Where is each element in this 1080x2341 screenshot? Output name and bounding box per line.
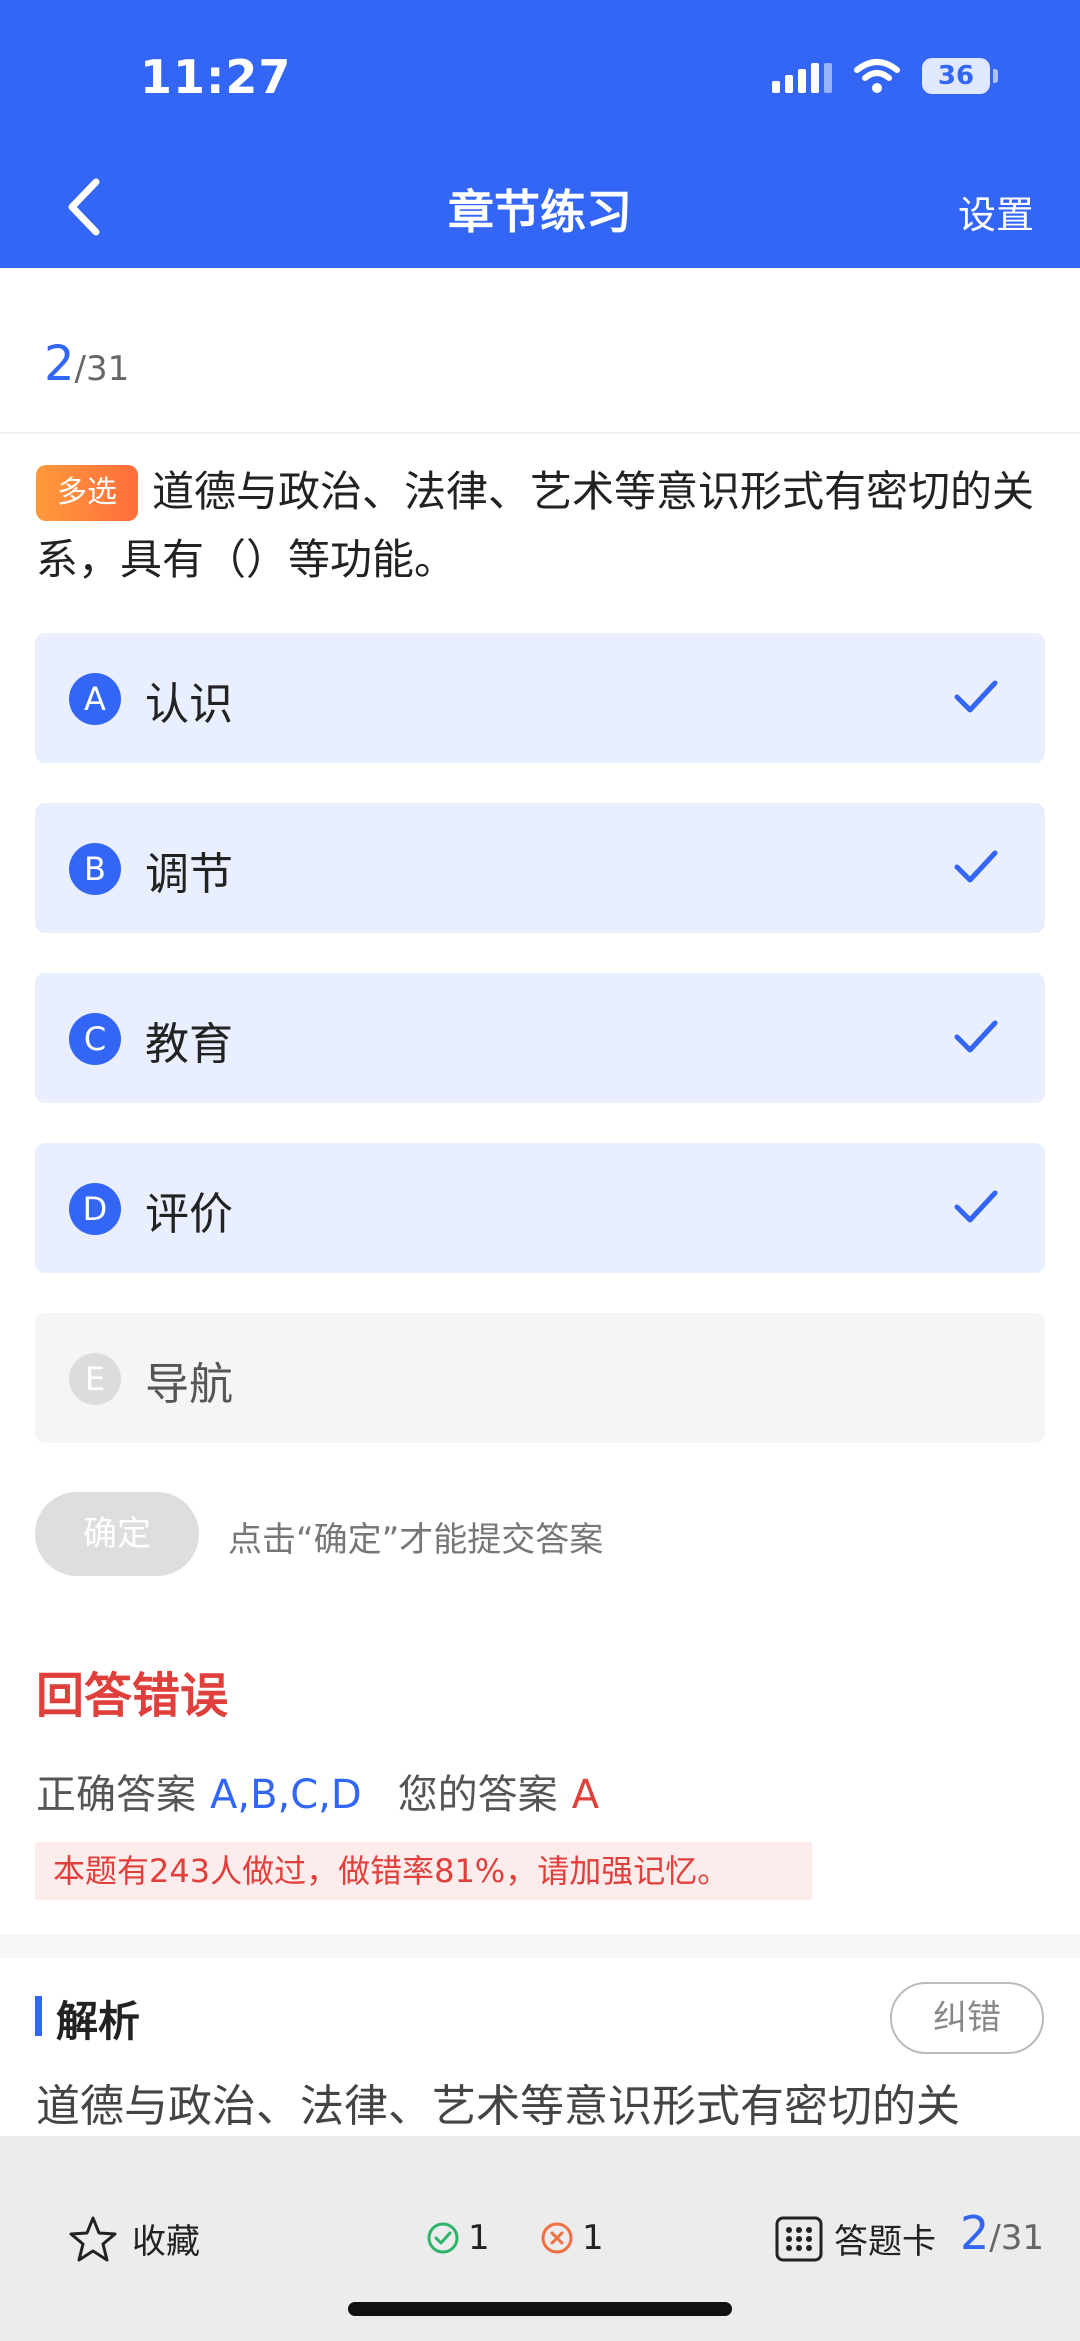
header: 11:27 36 章节练习 设置 — [0, 0, 1080, 268]
wrong-count: 1 — [540, 2218, 604, 2258]
analysis-title: 解析 — [56, 1997, 141, 2046]
option-letter: D — [69, 1183, 121, 1235]
option-letter: B — [69, 843, 121, 895]
analysis-text: 道德与政治、法律、艺术等意识形式有密切的关 — [36, 2081, 960, 2132]
bottom-total: /31 — [989, 2218, 1044, 2258]
option-c[interactable]: C 教育 — [35, 973, 1045, 1103]
option-letter: E — [69, 1353, 121, 1405]
check-icon — [954, 1020, 998, 1053]
answer-card-label: 答题卡 — [834, 2222, 936, 2262]
status-icons: 36 — [772, 58, 998, 94]
battery-icon: 36 — [922, 58, 998, 94]
question-stem: 多选 道德与政治、法律、艺术等意识形式有密切的关系，具有（）等功能。 — [36, 458, 1046, 594]
status-time: 11:27 — [140, 50, 292, 104]
favorite-button[interactable]: 收藏 — [68, 2214, 200, 2263]
check-circle-icon — [427, 2222, 459, 2254]
bottom-current-number: 2 — [960, 2206, 990, 2260]
total-questions: /31 — [74, 349, 130, 389]
my-answer-label: 您的答案 — [397, 1772, 558, 1818]
favorite-label: 收藏 — [132, 2222, 200, 2262]
confirm-button[interactable]: 确定 — [35, 1492, 199, 1576]
correct-answer-label: 正确答案 — [36, 1772, 196, 1818]
result-title: 回答错误 — [36, 1668, 229, 1724]
option-text: 认识 — [145, 679, 233, 730]
home-indicator[interactable] — [348, 2302, 732, 2316]
page-title: 章节练习 — [448, 185, 632, 239]
option-text: 导航 — [145, 1359, 233, 1410]
check-icon — [954, 1190, 998, 1223]
check-icon — [954, 850, 998, 883]
option-text: 评价 — [145, 1189, 233, 1240]
option-letter: C — [69, 1013, 121, 1065]
option-letter: A — [69, 673, 121, 725]
bottom-question-counter: 2/31 — [960, 2206, 1044, 2260]
section-divider — [0, 1934, 1080, 1958]
option-a[interactable]: A 认识 — [35, 633, 1045, 763]
check-icon — [954, 680, 998, 713]
current-question-number: 2 — [44, 336, 75, 392]
star-icon — [69, 2216, 117, 2261]
x-circle-icon — [541, 2222, 573, 2254]
option-text: 调节 — [145, 849, 233, 900]
answer-summary: 正确答案 A,B,C,D 您的答案 A — [36, 1762, 599, 1820]
report-error-button[interactable]: 纠错 — [890, 1982, 1044, 2054]
correct-count-value: 1 — [468, 2218, 490, 2258]
wifi-icon — [854, 59, 900, 93]
correct-answer-value: A,B,C,D — [210, 1772, 362, 1818]
answer-card-button[interactable]: 答题卡 — [774, 2214, 936, 2263]
settings-button[interactable]: 设置 — [958, 184, 1034, 239]
grid-icon — [775, 2216, 823, 2261]
option-text: 教育 — [145, 1019, 233, 1070]
practice-page: 11:27 36 章节练习 设置 2/31 多选 道德与政治、法律、艺术等意识形式… — [0, 0, 1080, 2341]
question-counter: 2/31 — [44, 336, 129, 392]
section-accent-bar — [35, 1996, 42, 2036]
correct-count: 1 — [426, 2218, 490, 2258]
option-d[interactable]: D 评价 — [35, 1143, 1045, 1273]
error-rate-note: 本题有243人做过，做错率81%，请加强记忆。 — [35, 1842, 812, 1900]
wrong-count-value: 1 — [582, 2218, 604, 2258]
my-answer-value: A — [571, 1772, 600, 1818]
option-b[interactable]: B 调节 — [35, 803, 1045, 933]
divider — [0, 432, 1080, 434]
signal-icon — [772, 59, 832, 93]
option-e[interactable]: E 导航 — [35, 1313, 1045, 1443]
confirm-hint: 点击“确定”才能提交答案 — [228, 1520, 604, 1560]
question-type-badge: 多选 — [36, 465, 138, 521]
question-text: 道德与政治、法律、艺术等意识形式有密切的关系，具有（）等功能。 — [36, 467, 1035, 584]
